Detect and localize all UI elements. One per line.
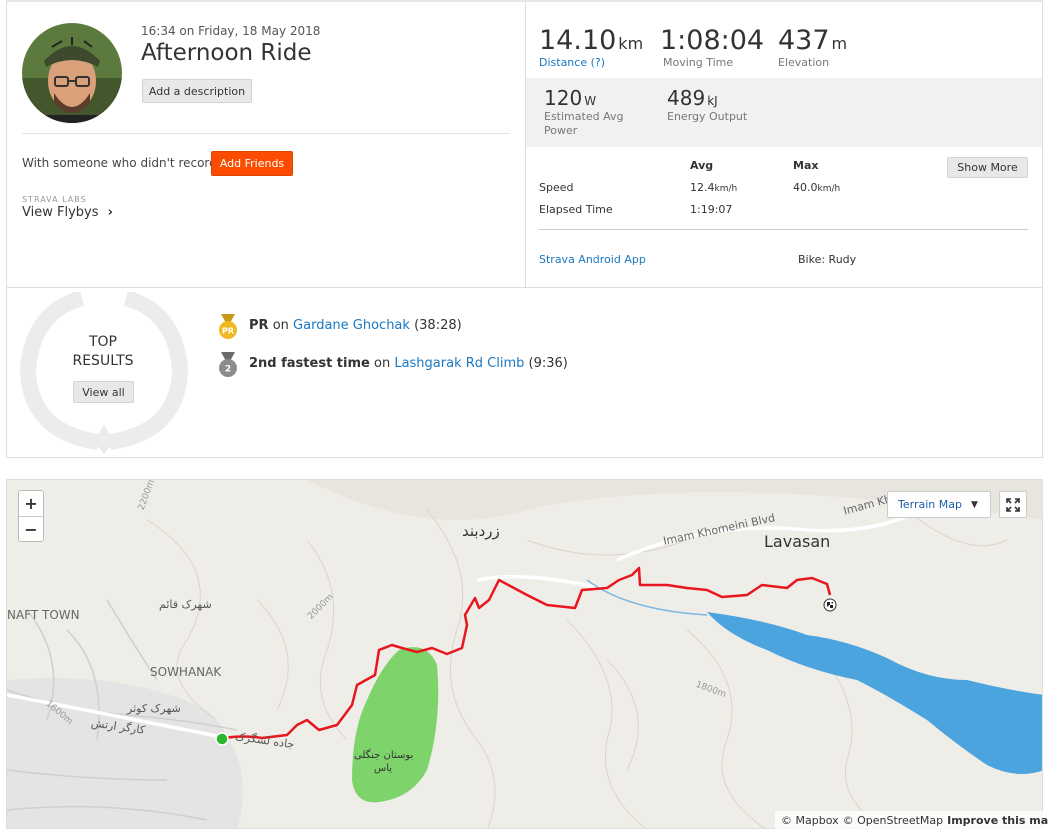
route-map[interactable]: Lavasan زردبند NAFT TOWN SOWHANAK Imam K… [6, 479, 1043, 829]
speed-max: 40.0km/h [793, 181, 840, 194]
strava-labs-label: STRAVA LABS [22, 195, 87, 204]
distance-value: 14.10 [539, 25, 617, 56]
speed-avg: 12.4km/h [690, 181, 737, 194]
avg-column-header: Avg [690, 159, 714, 172]
achievement-time: (9:36) [528, 356, 568, 371]
segment-link[interactable]: Gardane Ghochak [293, 318, 410, 333]
map-label-naft-town: NAFT TOWN [7, 608, 80, 622]
achievement-row: PR on Gardane Ghochak (38:28) [249, 318, 462, 333]
view-flybys-label: View Flybys [22, 205, 99, 220]
map-label-shahrak-kowsar: شهرک کوثر [127, 702, 181, 715]
view-all-button[interactable]: View all [73, 381, 134, 403]
view-flybys-link[interactable]: View Flybys › [22, 205, 113, 220]
laurel-wreath-icon [19, 290, 189, 460]
achievement-on: on [373, 356, 391, 371]
achievement-time: (38:28) [414, 318, 462, 333]
elapsed-time-label: Elapsed Time [539, 203, 613, 216]
map-label-zardband: زردبند [462, 522, 500, 540]
bike-label: Bike: Rudy [798, 253, 857, 266]
elapsed-time-value: 1:19:07 [690, 203, 733, 216]
map-label-lavasan: Lavasan [764, 532, 831, 551]
speed-label: Speed [539, 181, 574, 194]
activity-title: Afternoon Ride [141, 40, 312, 66]
achievement-on: on [272, 318, 289, 333]
energy-value: 489 [667, 86, 706, 110]
avg-power-label-line1: Estimated Avg [544, 110, 624, 123]
distance-label-link[interactable]: Distance (?) [539, 56, 605, 69]
chevron-right-icon: › [107, 205, 113, 220]
avg-power-label-line2: Power [544, 124, 578, 137]
add-friends-button[interactable]: Add Friends [211, 151, 293, 176]
elevation-value: 437 [778, 25, 830, 56]
top-results-heading-line1: TOP [88, 334, 117, 350]
elevation-unit: m [831, 34, 848, 53]
map-label-sowhanak: SOWHANAK [150, 665, 222, 679]
zoom-control: + − [18, 490, 44, 542]
activity-timestamp: 16:34 on Friday, 18 May 2018 [141, 24, 321, 38]
zoom-out-button[interactable]: − [19, 517, 43, 542]
avg-power-value: 120 [544, 86, 583, 110]
fullscreen-icon [1006, 497, 1020, 512]
avg-power-label: Estimated Avg Power [544, 110, 623, 138]
map-label-park-2: یاس [374, 763, 393, 774]
energy-stat: 489 kJ [667, 88, 718, 109]
achievement-row: 2nd fastest time on Lashgarak Rd Climb (… [249, 356, 568, 371]
energy-label: Energy Output [667, 110, 748, 123]
svg-text:PR: PR [222, 327, 234, 336]
top-results-heading-line2: RESULTS [72, 353, 134, 369]
zoom-in-button[interactable]: + [19, 491, 43, 517]
second-place-medal-icon: 2 [218, 352, 238, 382]
moving-time-label: Moving Time [663, 56, 734, 69]
improve-map-link[interactable]: Improve this map [947, 814, 1049, 827]
avg-power-stat: 120 W [544, 88, 596, 109]
segment-link[interactable]: Lashgarak Rd Climb [394, 356, 524, 371]
caret-down-icon: ▼ [970, 499, 978, 510]
athlete-avatar[interactable] [22, 23, 122, 123]
achievement-rank: PR [249, 318, 269, 333]
energy-unit: kJ [707, 94, 718, 108]
add-description-button[interactable]: Add a description [142, 79, 252, 103]
moving-time-value: 1:08:04 [660, 25, 765, 56]
map-layer-label: Terrain Map [898, 498, 962, 511]
show-more-button[interactable]: Show More [947, 157, 1028, 178]
map-layer-select[interactable]: Terrain Map ▼ [887, 491, 991, 518]
svg-text:2: 2 [225, 365, 231, 375]
max-column-header: Max [793, 159, 819, 172]
speed-max-value: 40.0 [793, 181, 818, 194]
distance-unit: km [618, 34, 644, 53]
speed-max-unit: km/h [817, 184, 841, 194]
speed-avg-unit: km/h [714, 184, 738, 194]
distance-stat: 14.10 km [539, 27, 643, 54]
speed-avg-value: 12.4 [690, 181, 715, 194]
fullscreen-button[interactable] [999, 491, 1027, 518]
achievement-rank: 2nd fastest time [249, 356, 370, 371]
map-label-shahrak-qaem: شهرک قائم [159, 598, 212, 611]
device-link[interactable]: Strava Android App [539, 253, 646, 266]
divider [22, 133, 510, 134]
elevation-label: Elevation [778, 56, 830, 69]
top-results-heading: TOP RESULTS [62, 333, 144, 371]
osm-attribution-link[interactable]: © OpenStreetMap [843, 814, 944, 827]
moving-time-stat: 1:08:04 [660, 27, 764, 54]
map-attribution: © Mapbox © OpenStreetMap Improve this ma… [775, 811, 1049, 829]
avg-power-unit: W [584, 94, 597, 108]
map-label-park: بوستان جنگلی [354, 750, 414, 761]
divider [539, 229, 1028, 230]
someone-prompt: With someone who didn't record? [22, 156, 224, 170]
elevation-stat: 437 m [778, 27, 847, 54]
mapbox-attribution-link[interactable]: © Mapbox [781, 814, 839, 827]
pr-medal-icon: PR [218, 314, 238, 344]
